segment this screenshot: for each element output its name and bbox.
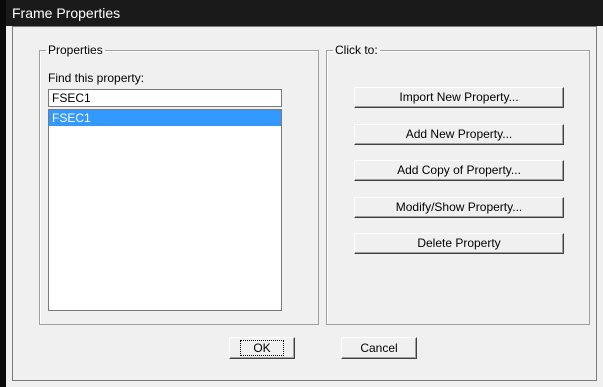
properties-group-label: Properties: [48, 43, 103, 57]
modify-show-property-button[interactable]: Modify/Show Property...: [354, 197, 564, 218]
properties-group: Properties Find this property: FSEC1: [39, 43, 319, 325]
property-list[interactable]: FSEC1: [48, 109, 282, 311]
add-new-property-button[interactable]: Add New Property...: [354, 124, 564, 145]
frame-properties-dialog: Frame Properties Properties Find this pr…: [6, 0, 603, 387]
find-property-label: Find this property:: [48, 71, 145, 85]
delete-property-button[interactable]: Delete Property: [354, 233, 564, 254]
window-title: Frame Properties: [12, 5, 121, 21]
import-new-property-button[interactable]: Import New Property...: [354, 87, 564, 108]
title-bar[interactable]: Frame Properties: [6, 0, 603, 26]
ok-button-label: OK: [240, 340, 284, 356]
click-to-group-label: Click to:: [335, 43, 378, 57]
add-copy-of-property-button[interactable]: Add Copy of Property...: [354, 160, 564, 181]
ok-button[interactable]: OK: [229, 337, 295, 359]
find-property-input[interactable]: [48, 89, 282, 107]
dialog-body: Properties Find this property: FSEC1 Cli…: [12, 26, 597, 381]
cancel-button[interactable]: Cancel: [341, 337, 417, 359]
list-item[interactable]: FSEC1: [49, 110, 281, 126]
click-to-group: Click to: Import New Property... Add New…: [326, 43, 590, 325]
